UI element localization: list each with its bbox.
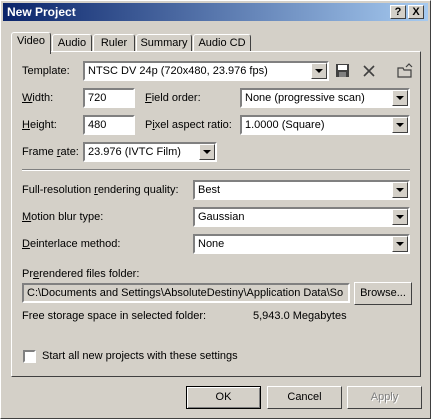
tab-ruler[interactable]: Ruler xyxy=(93,34,135,52)
deinterlace-value: None xyxy=(198,238,225,250)
prerendered-label: Prerendered files folder: xyxy=(22,268,140,280)
tab-audio[interactable]: Audio xyxy=(52,34,92,52)
cancel-button[interactable]: Cancel xyxy=(267,386,342,409)
width-label: Width: xyxy=(22,92,54,104)
apply-button[interactable]: Apply xyxy=(347,386,422,409)
chevron-down-icon xyxy=(392,182,408,198)
field-order-value: None (progressive scan) xyxy=(245,92,365,104)
template-dropdown[interactable]: NTSC DV 24p (720x480, 23.976 fps) xyxy=(83,61,329,81)
close-button[interactable]: X xyxy=(408,5,424,19)
browse-button[interactable]: Browse... xyxy=(354,282,412,305)
field-order-dropdown[interactable]: None (progressive scan) xyxy=(240,88,410,108)
chevron-down-icon xyxy=(392,209,408,225)
start-all-label: Start all new projects with these settin… xyxy=(42,350,238,362)
frame-rate-label: Frame rate: xyxy=(22,146,79,158)
open-folder-icon[interactable] xyxy=(396,62,414,80)
title-bar: New Project ? X xyxy=(3,3,428,21)
height-label: Height: xyxy=(22,119,57,131)
video-tab-panel: Template: NTSC DV 24p (720x480, 23.976 f… xyxy=(11,51,421,377)
motion-blur-label: Motion blur type: xyxy=(22,211,104,223)
height-input[interactable]: 480 xyxy=(83,115,135,135)
save-template-icon[interactable] xyxy=(334,62,352,80)
delete-template-icon[interactable] xyxy=(360,62,378,80)
render-quality-label: Full-resolution rendering quality: xyxy=(22,184,179,196)
width-input[interactable]: 720 xyxy=(83,88,135,108)
template-label: Template: xyxy=(22,65,70,77)
frame-rate-dropdown[interactable]: 23.976 (IVTC Film) xyxy=(83,142,217,162)
chevron-down-icon xyxy=(392,90,408,106)
field-order-label: Field order: xyxy=(145,92,201,104)
deinterlace-label: Deinterlace method: xyxy=(22,238,121,250)
tab-summary[interactable]: Summary xyxy=(136,34,192,52)
motion-blur-dropdown[interactable]: Gaussian xyxy=(193,207,410,227)
help-button[interactable]: ? xyxy=(390,5,406,19)
motion-blur-value: Gaussian xyxy=(198,211,245,223)
pixel-aspect-label: Pixel aspect ratio: xyxy=(145,119,232,131)
new-project-dialog: New Project ? X Video Audio Ruler Summar… xyxy=(0,0,431,419)
separator xyxy=(22,169,410,171)
window-title: New Project xyxy=(7,5,76,19)
ok-button[interactable]: OK xyxy=(186,386,261,409)
template-value: NTSC DV 24p (720x480, 23.976 fps) xyxy=(88,65,268,77)
start-all-checkbox[interactable] xyxy=(23,350,36,363)
frame-rate-value: 23.976 (IVTC Film) xyxy=(88,146,181,158)
chevron-down-icon xyxy=(392,117,408,133)
chevron-down-icon xyxy=(199,144,215,160)
tab-video[interactable]: Video xyxy=(11,32,51,54)
free-space-label: Free storage space in selected folder: xyxy=(22,310,207,322)
chevron-down-icon xyxy=(311,63,327,79)
pixel-aspect-dropdown[interactable]: 1.0000 (Square) xyxy=(240,115,410,135)
render-quality-dropdown[interactable]: Best xyxy=(193,180,410,200)
chevron-down-icon xyxy=(392,236,408,252)
free-space-value: 5,943.0 Megabytes xyxy=(253,310,347,322)
deinterlace-dropdown[interactable]: None xyxy=(193,234,410,254)
prerendered-path-field[interactable]: C:\Documents and Settings\AbsoluteDestin… xyxy=(22,283,350,303)
render-quality-value: Best xyxy=(198,184,221,196)
tab-audio-cd[interactable]: Audio CD xyxy=(193,34,251,52)
pixel-aspect-value: 1.0000 (Square) xyxy=(245,119,325,131)
